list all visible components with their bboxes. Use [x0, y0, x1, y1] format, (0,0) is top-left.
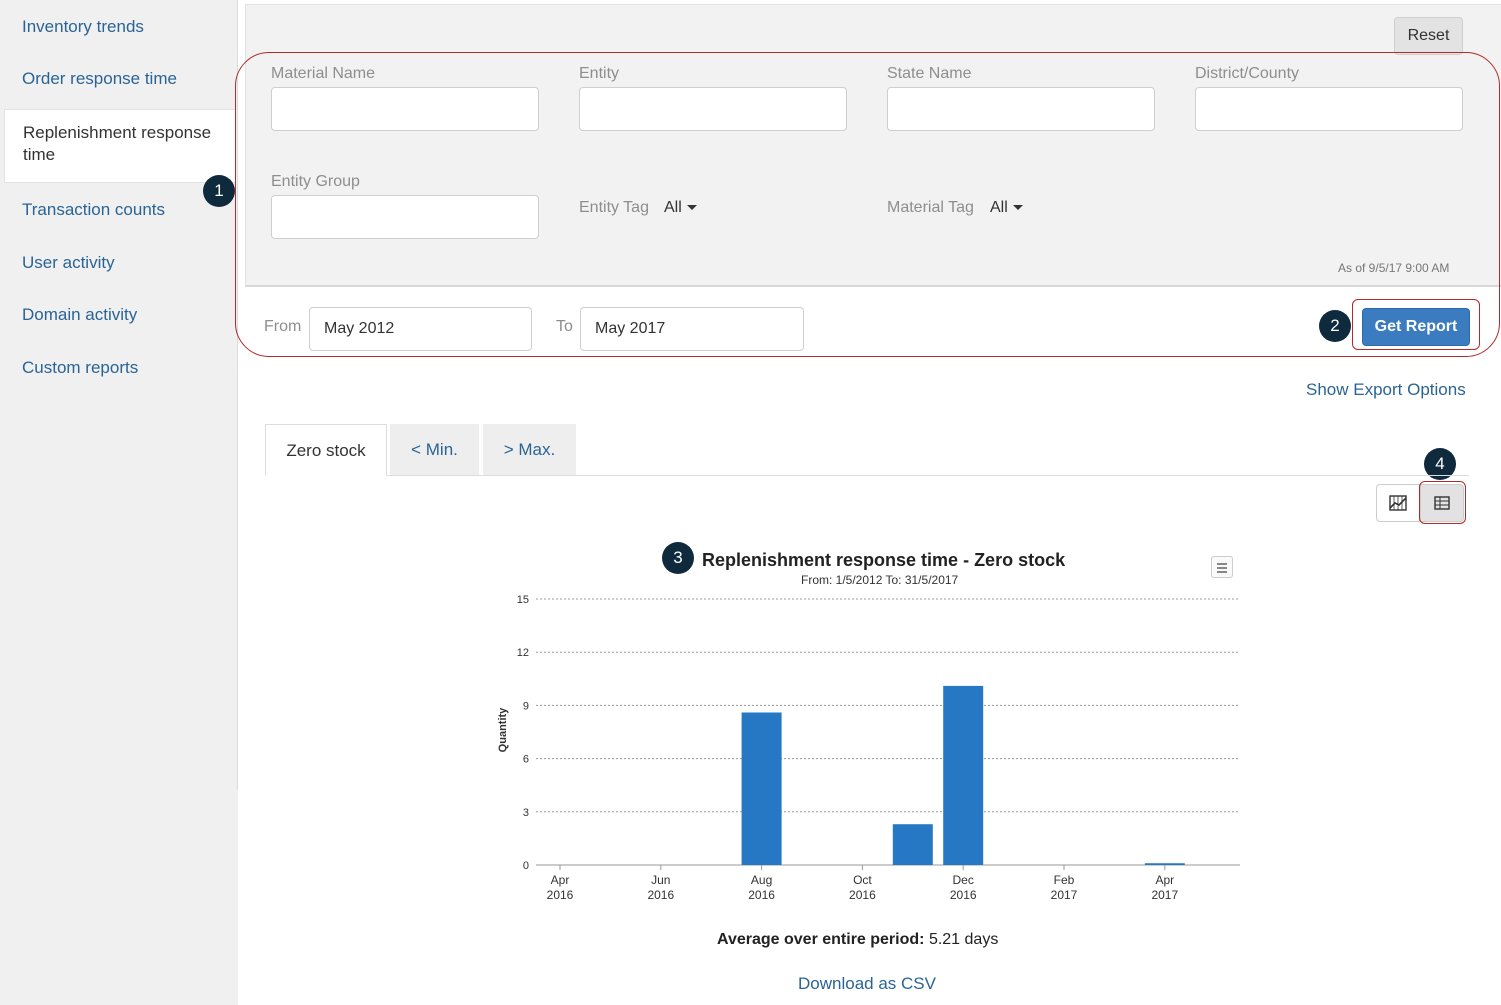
reset-button[interactable]: Reset: [1394, 17, 1463, 55]
menu-icon-line: [1217, 571, 1227, 573]
chevron-down-icon: [686, 205, 697, 211]
material-tag-value: All: [990, 199, 1008, 216]
x-tick-label-year: 2016: [647, 888, 674, 902]
y-tick-label: 15: [517, 594, 529, 606]
x-tick-label-year: 2016: [547, 888, 574, 902]
y-tick-label: 6: [523, 754, 529, 766]
chevron-down-icon: [1012, 205, 1023, 211]
chart-menu-button[interactable]: [1211, 556, 1233, 578]
to-label: To: [556, 318, 573, 335]
x-tick-label-month: Dec: [953, 873, 974, 887]
entity-tag-label: Entity Tag: [579, 199, 649, 216]
entity-group-input[interactable]: [271, 195, 539, 239]
x-tick-label-year: 2016: [849, 888, 876, 902]
line-chart-icon: [1389, 495, 1407, 511]
sidebar-item-replenishment-response-time[interactable]: Replenishment response time: [4, 109, 236, 183]
callout-badge-1: 1: [203, 175, 235, 207]
material-tag-label: Material Tag: [887, 199, 974, 216]
menu-icon-line: [1217, 567, 1227, 569]
material-name-label: Material Name: [271, 65, 376, 82]
average-value: 5.21 days: [928, 931, 999, 948]
average-summary: Average over entire period: 5.21 days: [717, 931, 998, 949]
bar: [892, 824, 933, 865]
material-tag-dropdown[interactable]: All: [990, 199, 1023, 217]
x-tick-label-month: Jun: [651, 873, 670, 887]
menu-icon-line: [1217, 563, 1227, 565]
sidebar: Inventory trends Order response time Rep…: [0, 0, 238, 1005]
district-county-label: District/County: [1195, 65, 1300, 82]
sidebar-item-inventory-trends[interactable]: Inventory trends: [0, 16, 238, 38]
sidebar-item-order-response-time[interactable]: Order response time: [0, 68, 238, 90]
from-label: From: [264, 318, 302, 335]
x-tick-label-month: Apr: [551, 873, 570, 887]
sidebar-item-custom-reports[interactable]: Custom reports: [0, 357, 238, 379]
to-date-input[interactable]: [580, 307, 804, 351]
x-tick-label-year: 2017: [1051, 888, 1078, 902]
entity-group-label: Entity Group: [271, 173, 360, 190]
x-tick-label-month: Oct: [853, 873, 872, 887]
average-label: Average over entire period:: [717, 931, 925, 948]
entity-input[interactable]: [579, 87, 847, 131]
entity-label: Entity: [579, 65, 620, 82]
sidebar-item-user-activity[interactable]: User activity: [0, 252, 238, 274]
sidebar-item-transaction-counts[interactable]: Transaction counts: [0, 199, 238, 221]
sidebar-divider: [237, 0, 238, 790]
district-county-input[interactable]: [1195, 87, 1463, 131]
x-tick-label-month: Feb: [1054, 873, 1075, 887]
state-name-label: State Name: [887, 65, 972, 82]
x-tick-label-year: 2016: [748, 888, 775, 902]
filter-panel: [245, 4, 1501, 287]
sidebar-item-domain-activity[interactable]: Domain activity: [0, 304, 238, 326]
callout-badge-3: 3: [662, 542, 694, 574]
entity-tag-value: All: [664, 199, 682, 216]
get-report-button[interactable]: Get Report: [1362, 308, 1470, 346]
y-tick-label: 12: [517, 647, 529, 659]
entity-tag-dropdown[interactable]: All: [664, 199, 697, 217]
tab-min[interactable]: < Min.: [390, 424, 479, 475]
chart-subtitle: From: 1/5/2012 To: 31/5/2017: [801, 573, 959, 587]
x-tick-label-year: 2017: [1151, 888, 1178, 902]
state-name-input[interactable]: [887, 87, 1155, 131]
x-tick-label-month: Apr: [1155, 873, 1174, 887]
bar: [943, 685, 984, 865]
download-csv-link[interactable]: Download as CSV: [798, 974, 936, 994]
material-name-input[interactable]: [271, 87, 539, 131]
y-tick-label: 0: [523, 860, 529, 872]
callout-badge-2: 2: [1319, 310, 1351, 342]
tab-zero-stock[interactable]: Zero stock: [265, 424, 387, 476]
y-tick-label: 9: [523, 700, 529, 712]
chart-view-button[interactable]: [1376, 484, 1420, 522]
y-tick-label: 3: [523, 807, 529, 819]
chart-title: Replenishment response time - Zero stock: [702, 550, 1066, 570]
x-tick-label-year: 2016: [950, 888, 977, 902]
bar: [1144, 863, 1185, 865]
as-of-timestamp: As of 9/5/17 9:00 AM: [1338, 261, 1450, 275]
bar: [741, 712, 782, 865]
from-date-input[interactable]: [309, 307, 532, 351]
tabs-baseline: [265, 475, 1469, 476]
tab-max[interactable]: > Max.: [483, 424, 576, 475]
table-icon: [1434, 496, 1450, 510]
show-export-options-link[interactable]: Show Export Options: [1306, 380, 1466, 400]
x-tick-label-month: Aug: [751, 873, 772, 887]
table-view-button[interactable]: [1420, 484, 1464, 522]
y-axis-label: Quantity: [497, 707, 509, 752]
